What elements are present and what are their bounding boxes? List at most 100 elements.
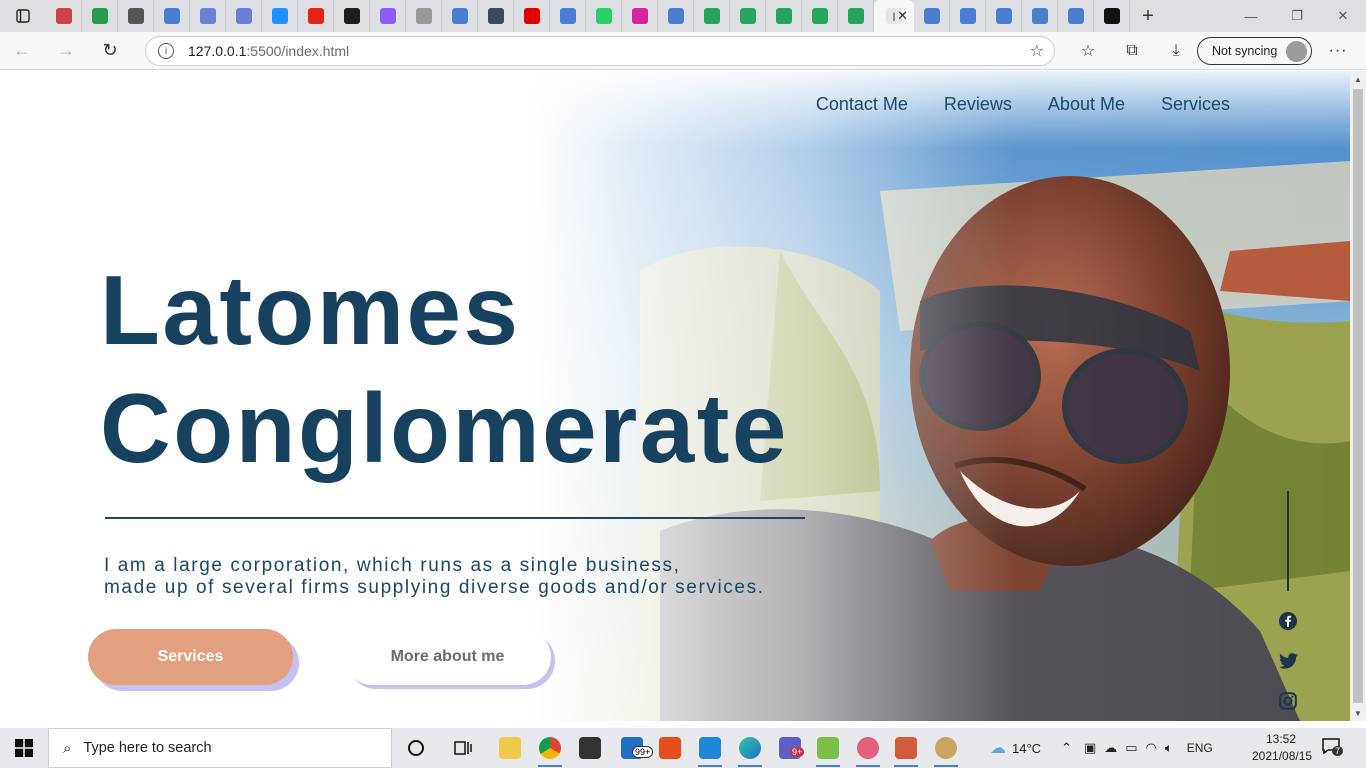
task-view-button[interactable]	[443, 728, 483, 768]
back-button[interactable]: ←	[0, 32, 44, 70]
chrome-icon[interactable]	[530, 728, 570, 768]
browser-tab[interactable]	[190, 0, 226, 32]
browser-tab[interactable]	[550, 0, 586, 32]
minimize-button[interactable]: —	[1228, 0, 1274, 32]
browser-tab[interactable]	[802, 0, 838, 32]
hero-description-line1: I am a large corporation, which runs as …	[104, 555, 681, 576]
collections-icon[interactable]: ⧉	[1110, 42, 1154, 60]
wifi-icon[interactable]: ◠	[1146, 740, 1157, 756]
restore-button[interactable]: ❐	[1274, 0, 1320, 32]
facebook-icon[interactable]	[1277, 610, 1299, 632]
browser-tab[interactable]	[118, 0, 154, 32]
add-favorite-icon[interactable]: ☆	[1030, 41, 1044, 61]
nav-link-contact[interactable]: Contact Me	[816, 94, 908, 115]
browser-tab[interactable]	[334, 0, 370, 32]
mail-icon[interactable]: 99+	[612, 728, 654, 768]
browser-tab[interactable]	[766, 0, 802, 32]
browser-tab[interactable]	[914, 0, 950, 32]
refresh-button[interactable]: ↻	[88, 32, 132, 70]
browser-tab[interactable]	[694, 0, 730, 32]
browser-tab[interactable]	[46, 0, 82, 32]
taskbar-search-input[interactable]: ⌕ Type here to search	[48, 728, 392, 768]
browser-tab[interactable]	[586, 0, 622, 32]
nav-link-reviews[interactable]: Reviews	[944, 94, 1012, 115]
browser-tab[interactable]	[658, 0, 694, 32]
file-explorer-icon[interactable]	[490, 728, 530, 768]
weather-temp[interactable]: 14°C	[1012, 741, 1041, 756]
cortana-button[interactable]	[396, 728, 436, 768]
paint-icon[interactable]	[886, 728, 926, 768]
teams-icon[interactable]: 9+	[770, 728, 810, 768]
url-host: 127.0.0.1	[188, 43, 247, 59]
tray-app-icon[interactable]: ▣	[1084, 740, 1096, 756]
more-about-me-button[interactable]: More about me	[344, 629, 551, 685]
browser-tab[interactable]	[730, 0, 766, 32]
github-icon	[127, 8, 144, 24]
profile-button[interactable]: Not syncing	[1197, 37, 1312, 65]
bing-icon	[559, 8, 576, 24]
clock-time: 13:52	[1265, 732, 1297, 746]
browser-tab[interactable]	[514, 0, 550, 32]
notification-center-icon[interactable]: 7	[1322, 738, 1344, 758]
office-icon[interactable]	[650, 728, 690, 768]
browser-tab[interactable]	[622, 0, 658, 32]
browser-tab[interactable]	[154, 0, 190, 32]
nav-link-services[interactable]: Services	[1161, 94, 1230, 115]
onedrive-icon[interactable]: ☁	[1104, 740, 1117, 756]
scroll-down-icon[interactable]: ▼	[1350, 705, 1366, 721]
battery-icon[interactable]: ▭	[1125, 740, 1137, 756]
windows-logo-icon	[15, 739, 33, 757]
site-info-icon[interactable]: i	[158, 43, 174, 59]
new-tab-button[interactable]: +	[1130, 0, 1166, 32]
edge-icon[interactable]	[730, 728, 770, 768]
browser-tab[interactable]	[478, 0, 514, 32]
browser-tab[interactable]	[370, 0, 406, 32]
browser-tab[interactable]	[298, 0, 334, 32]
page-viewport: Contact Me Reviews About Me Services Lat…	[0, 71, 1350, 721]
taskbar-clock[interactable]: 13:52 2021/08/15	[1252, 731, 1313, 765]
settings-menu-icon[interactable]: ···	[1326, 32, 1350, 70]
browser-tab[interactable]	[1094, 0, 1130, 32]
chevron-up-icon[interactable]: ⌃	[1061, 740, 1072, 756]
nav-link-about[interactable]: About Me	[1048, 94, 1125, 115]
weather-icon[interactable]: ☁	[990, 738, 1006, 758]
store-icon[interactable]	[570, 728, 610, 768]
instagram-icon	[631, 8, 648, 24]
twitter-icon[interactable]	[1277, 650, 1299, 672]
notification-count: 7	[1332, 746, 1344, 756]
scrollbar-thumb[interactable]	[1353, 89, 1363, 703]
browser-tab[interactable]	[442, 0, 478, 32]
scroll-up-icon[interactable]: ▲	[1350, 71, 1366, 87]
browser-tab[interactable]	[262, 0, 298, 32]
dg-icon	[487, 8, 504, 24]
bing-icon	[163, 8, 180, 24]
paint3d-icon[interactable]	[926, 728, 966, 768]
address-bar[interactable]: i 127.0.0.1:5500/index.html ☆	[145, 36, 1055, 66]
clock-date: 2021/08/15	[1252, 749, 1313, 763]
close-window-button[interactable]: ✕	[1320, 0, 1366, 32]
snipping-icon[interactable]	[848, 728, 888, 768]
browser-tab[interactable]	[986, 0, 1022, 32]
instagram-icon[interactable]	[1277, 690, 1299, 712]
browser-tab[interactable]	[82, 0, 118, 32]
forward-button[interactable]: →	[44, 32, 88, 70]
volume-icon[interactable]: 🔈︎	[1165, 740, 1173, 756]
favorites-icon[interactable]: ☆	[1066, 41, 1110, 61]
active-tab[interactable]: | ✕	[874, 0, 914, 32]
language-indicator[interactable]: ENG	[1187, 741, 1213, 755]
vscode-icon[interactable]	[690, 728, 730, 768]
browser-tab[interactable]	[1058, 0, 1094, 32]
notepad-icon[interactable]	[808, 728, 848, 768]
browser-tab[interactable]	[226, 0, 262, 32]
browser-tab[interactable]	[406, 0, 442, 32]
services-button[interactable]: Services	[88, 629, 293, 685]
close-tab-icon[interactable]: ✕	[897, 8, 908, 24]
browser-tab[interactable]	[950, 0, 986, 32]
url-path: :5500/index.html	[246, 43, 350, 59]
start-button[interactable]	[0, 728, 48, 768]
browser-tab[interactable]	[1022, 0, 1058, 32]
browser-tab[interactable]	[838, 0, 874, 32]
downloads-icon[interactable]: ⤓	[1154, 42, 1198, 60]
page-scrollbar[interactable]: ▲ ▼	[1350, 71, 1366, 721]
tab-actions-button[interactable]	[0, 0, 46, 32]
